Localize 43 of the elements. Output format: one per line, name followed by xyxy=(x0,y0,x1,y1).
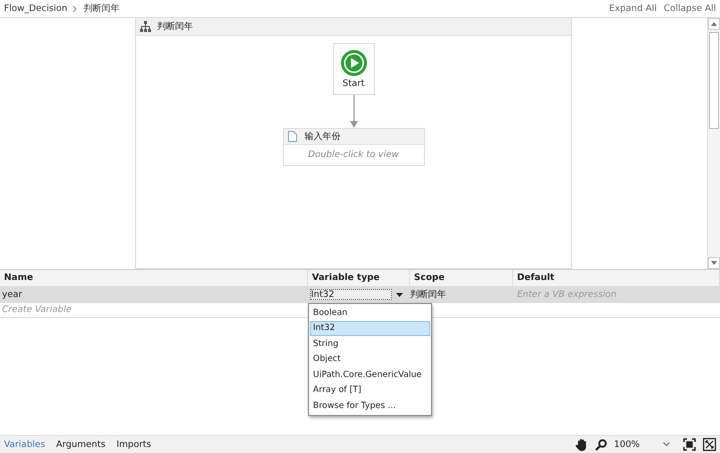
connector-arrow xyxy=(350,95,358,128)
input-field[interactable]: Enter a VB expression xyxy=(515,290,699,300)
type-dropdown[interactable]: Int32 xyxy=(310,289,392,300)
breadcrumb-link[interactable]: 判断闰年 xyxy=(83,2,120,15)
input-field[interactable]: Create Variable xyxy=(0,305,204,315)
menu-item[interactable]: UiPath.Core.GenericValue xyxy=(310,367,430,382)
menu-item[interactable]: String xyxy=(310,336,430,352)
menu-item[interactable]: Object xyxy=(310,352,430,367)
search-icon[interactable] xyxy=(595,438,607,450)
activity-hint: Double-click to view xyxy=(307,149,400,162)
breadcrumb-link[interactable]: Flow_Decision xyxy=(4,4,68,14)
table-cell-text: 判断闰年 xyxy=(410,288,447,302)
play-icon xyxy=(340,50,366,76)
caret-icon[interactable] xyxy=(663,442,670,447)
tab[interactable]: Arguments xyxy=(56,440,106,450)
scrollbar[interactable] xyxy=(707,18,720,269)
column-header: Variable type xyxy=(308,270,410,286)
column-header: Scope xyxy=(410,270,513,286)
hierarchy-icon xyxy=(140,21,151,32)
menu-item[interactable]: Browse for Types ... xyxy=(310,398,430,414)
fit-screen-icon[interactable] xyxy=(683,438,696,451)
table-cell-text: year xyxy=(1,288,24,302)
flowchart-title: 判断闰年 xyxy=(157,20,193,33)
chevron-icon xyxy=(72,4,78,12)
activity-title: 输入年份 xyxy=(304,130,340,143)
column-header: Default xyxy=(513,270,720,286)
variable-row[interactable]: year Int32 判断闰年 Enter a VB expression xyxy=(0,287,720,303)
menu-item[interactable]: Boolean xyxy=(310,305,430,320)
expand-icon[interactable] xyxy=(703,438,716,451)
document-icon xyxy=(288,131,296,142)
activity-card[interactable]: 输入年份 Double-click to view xyxy=(282,128,424,166)
start-node[interactable]: Start xyxy=(332,43,374,95)
tab[interactable]: Imports xyxy=(116,440,152,450)
menu-item[interactable]: Int32 xyxy=(310,320,430,336)
header-link[interactable]: Collapse All xyxy=(664,4,716,14)
header-link[interactable]: Expand All xyxy=(609,4,657,14)
scroll-thumb[interactable] xyxy=(709,32,719,129)
hand-icon[interactable] xyxy=(575,438,588,451)
menu-item[interactable]: Array of [T] xyxy=(310,382,430,398)
column-header: Name xyxy=(0,270,308,286)
tab[interactable]: Variables xyxy=(4,440,46,450)
zoom-dropdown[interactable]: 100% xyxy=(614,440,670,450)
caret-icon xyxy=(396,292,403,296)
